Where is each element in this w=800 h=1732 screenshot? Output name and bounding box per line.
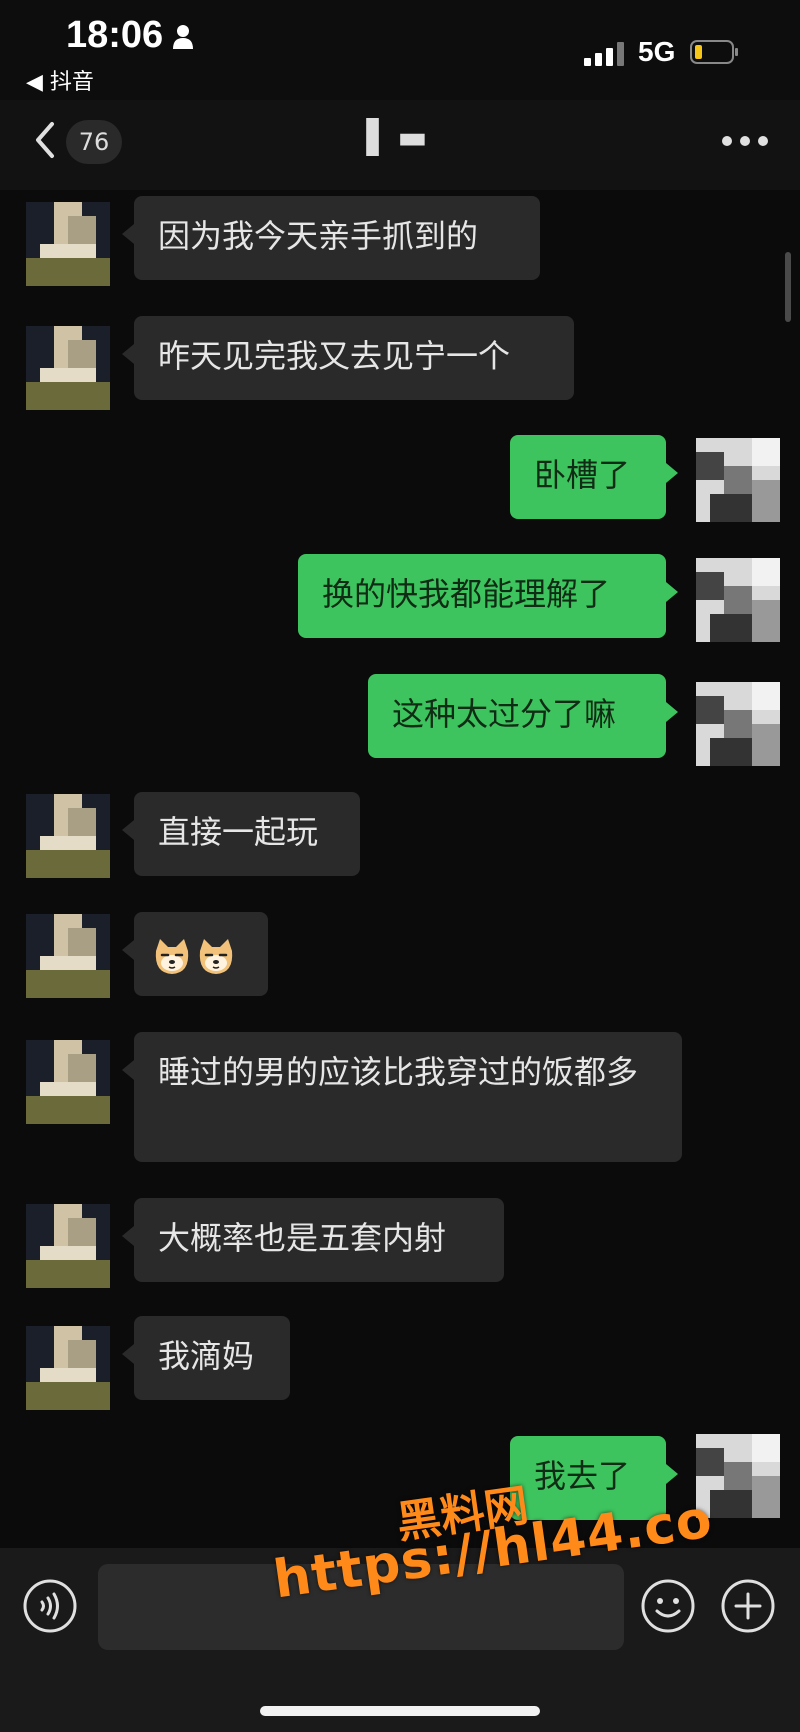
message-bubble-incoming[interactable] bbox=[122, 912, 268, 996]
message-bubble-incoming[interactable]: 因为我今天亲手抓到的 bbox=[122, 196, 540, 280]
network-type: 5G bbox=[638, 36, 676, 67]
message-bubble-outgoing[interactable]: 卧槽了 bbox=[510, 435, 678, 519]
message-bubble-incoming[interactable]: 昨天见完我又去见宁一个 bbox=[122, 316, 574, 400]
contact-avatar[interactable] bbox=[26, 794, 110, 878]
plus-icon[interactable] bbox=[720, 1578, 776, 1634]
contact-avatar[interactable] bbox=[26, 1204, 110, 1288]
status-bar: 18:06 ◀ 抖音 5G bbox=[0, 0, 800, 100]
battery-icon bbox=[690, 40, 738, 64]
self-avatar[interactable] bbox=[696, 558, 780, 642]
chevron-left-icon[interactable] bbox=[30, 118, 60, 162]
self-avatar[interactable] bbox=[696, 682, 780, 766]
voice-icon[interactable] bbox=[22, 1578, 78, 1634]
signal-icon bbox=[584, 42, 624, 66]
contact-avatar[interactable] bbox=[26, 1040, 110, 1124]
self-avatar[interactable] bbox=[696, 438, 780, 522]
back-to-app-link[interactable]: ◀ 抖音 bbox=[26, 64, 94, 96]
message-bubble-incoming[interactable]: 我滴妈 bbox=[122, 1316, 290, 1400]
contact-avatar[interactable] bbox=[26, 914, 110, 998]
home-indicator[interactable] bbox=[260, 1706, 540, 1716]
contact-avatar[interactable] bbox=[26, 1326, 110, 1410]
emoji-icon[interactable] bbox=[640, 1578, 696, 1634]
message-bubble-outgoing[interactable]: 这种太过分了嘛 bbox=[368, 674, 678, 758]
unread-count-badge[interactable]: 76 bbox=[66, 120, 122, 164]
chat-title: ▌▬ bbox=[366, 118, 434, 156]
doge-emoji-icon bbox=[155, 939, 189, 974]
message-bubble-incoming[interactable]: 睡过的男的应该比我穿过的饭都多 bbox=[122, 1032, 682, 1162]
message-bubble-outgoing[interactable]: 换的快我都能理解了 bbox=[298, 554, 678, 638]
chat-header: 76 ▌▬ bbox=[0, 100, 800, 190]
contact-avatar[interactable] bbox=[26, 326, 110, 410]
scrollbar[interactable] bbox=[785, 252, 791, 322]
person-icon bbox=[173, 25, 193, 49]
doge-emoji-icon bbox=[199, 939, 233, 974]
message-bubble-incoming[interactable]: 大概率也是五套内射 bbox=[122, 1198, 504, 1282]
contact-avatar[interactable] bbox=[26, 202, 110, 286]
message-bubble-incoming[interactable]: 直接一起玩 bbox=[122, 792, 360, 876]
status-time: 18:06 bbox=[66, 14, 164, 56]
more-dots-icon[interactable] bbox=[720, 134, 770, 148]
